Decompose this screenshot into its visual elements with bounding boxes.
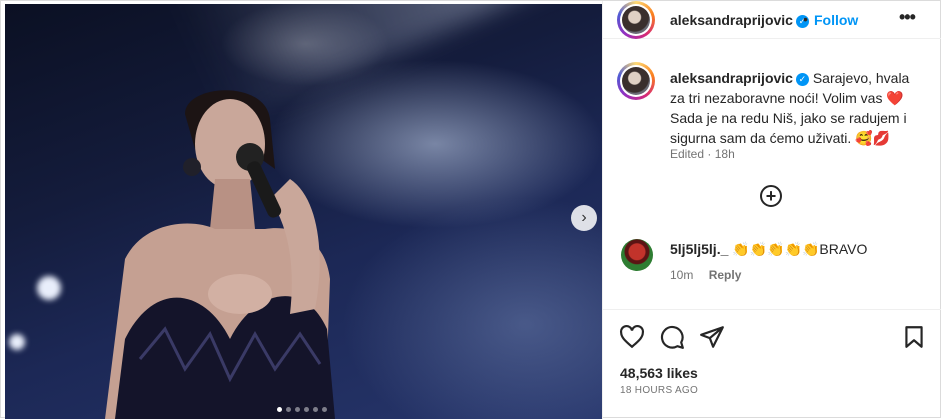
verified-badge-icon: ✓	[795, 72, 809, 86]
carousel-dot	[286, 407, 291, 412]
comment-username[interactable]: 5lj5lj5lj._	[670, 241, 728, 257]
carousel-next-button[interactable]: ›	[571, 205, 597, 231]
stage-light	[37, 276, 61, 300]
post-timestamp: 18 HOURS AGO	[620, 385, 699, 396]
carousel-dot	[313, 407, 318, 412]
post-photo[interactable]: ›	[5, 4, 602, 419]
post-caption: aleksandraprijovic ✓ Sarajevo, hvala za t…	[670, 68, 910, 148]
comment: 5lj5lj5lj._ 👏👏👏👏👏BRAVO	[670, 241, 867, 258]
commenter-avatar[interactable]	[621, 239, 653, 271]
caption-avatar[interactable]	[617, 62, 655, 100]
carousel-dot	[322, 407, 327, 412]
stage-light	[9, 334, 25, 350]
caption-age: 18h	[714, 147, 735, 161]
like-count[interactable]: 48,563 likes	[620, 365, 698, 381]
carousel-dot	[304, 407, 309, 412]
more-options-icon[interactable]: •••	[899, 7, 916, 28]
action-bar	[603, 309, 941, 365]
reply-button[interactable]: Reply	[709, 268, 742, 282]
edited-label: Edited	[670, 147, 705, 161]
add-comment-icon[interactable]: +	[760, 185, 782, 207]
carousel-dot	[295, 407, 300, 412]
caption-end-emojis: 🥰💋	[855, 130, 891, 146]
share-icon[interactable]	[699, 324, 725, 350]
comment-icon[interactable]	[659, 324, 685, 350]
chevron-right-icon: ›	[581, 209, 587, 226]
singer-illustration	[105, 90, 335, 419]
caption-username[interactable]: aleksandraprijovic	[670, 70, 793, 86]
heart-emoji: ❤️	[886, 90, 904, 106]
author-avatar[interactable]	[617, 1, 655, 39]
post-sidebar: aleksandraprijovic ✓ • Follow ••• aleksan…	[602, 1, 941, 419]
instagram-post: › aleksandraprijovic ✓ • Follow ••• alek…	[0, 0, 941, 419]
comment-age: 10m	[670, 268, 694, 282]
follow-button[interactable]: Follow	[814, 12, 858, 28]
carousel-dots	[277, 407, 327, 412]
heart-icon[interactable]	[619, 324, 645, 350]
save-icon[interactable]	[901, 324, 927, 350]
post-header: aleksandraprijovic ✓ • Follow •••	[603, 1, 941, 39]
author-username[interactable]: aleksandraprijovic ✓	[670, 12, 809, 28]
caption-meta: Edited · 18h	[670, 147, 735, 161]
header-separator: •	[803, 11, 808, 27]
comment-meta: 10m Reply	[670, 268, 741, 282]
comment-text: 👏👏👏👏👏BRAVO	[732, 241, 868, 257]
carousel-dot	[277, 407, 282, 412]
